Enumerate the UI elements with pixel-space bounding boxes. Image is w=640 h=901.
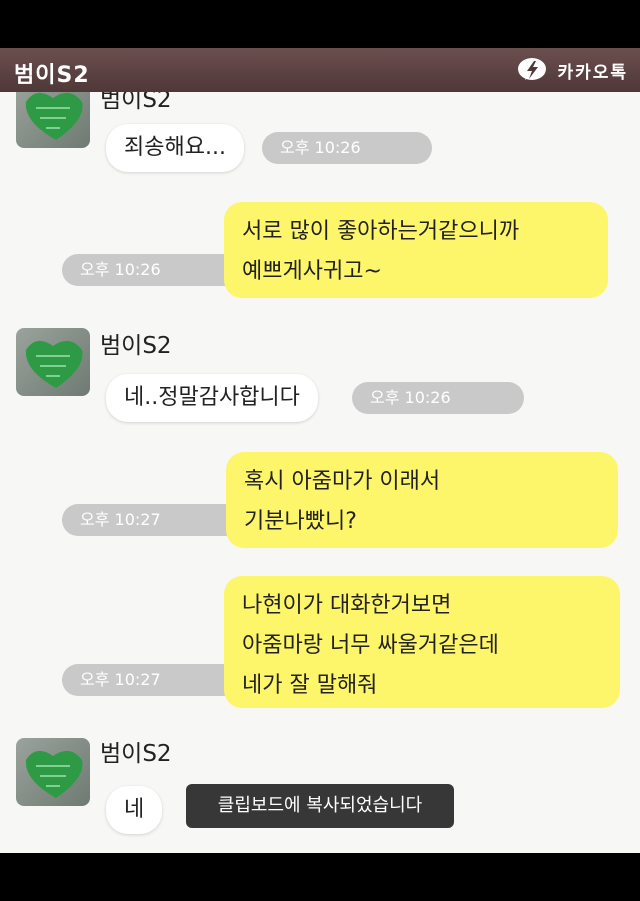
message-line: 아줌마랑 너무 싸울거같은데 bbox=[242, 633, 499, 658]
message-time: 오후 10:26 bbox=[262, 132, 432, 164]
sender-name: 범이S2 bbox=[100, 92, 172, 113]
sender-name: 범이S2 bbox=[100, 333, 172, 359]
chat-title: 범이S2 bbox=[14, 63, 90, 88]
message-time: 오후 10:26 bbox=[352, 382, 524, 414]
sent-message-bubble[interactable]: 혹시 아줌마가 이래서 기분나빴니? bbox=[226, 452, 618, 548]
navigation-bar bbox=[0, 853, 640, 901]
sender-name: 범이S2 bbox=[100, 741, 172, 767]
message-line: 예쁘게사귀고~ bbox=[242, 259, 382, 284]
avatar[interactable] bbox=[16, 738, 90, 806]
chat-area[interactable]: 범이S2 오후 10:26 죄송해요... 오후 10:26 서로 많이 좋아하… bbox=[0, 92, 640, 853]
sent-message-bubble[interactable]: 서로 많이 좋아하는거같으니까 예쁘게사귀고~ bbox=[224, 202, 608, 298]
received-message-bubble[interactable]: 네..정말감사합니다 bbox=[106, 374, 318, 422]
message-line: 혹시 아줌마가 이래서 bbox=[244, 469, 441, 494]
heart-leaf-image-icon bbox=[25, 340, 83, 388]
status-bar bbox=[0, 0, 640, 48]
heart-leaf-image-icon bbox=[25, 92, 83, 140]
app-brand: 카카오톡 bbox=[517, 56, 628, 84]
received-message-bubble[interactable]: 죄송해요... bbox=[106, 124, 244, 172]
message-time: 오후 10:27 bbox=[62, 664, 242, 696]
message-time: 오후 10:27 bbox=[62, 504, 242, 536]
chat-header: 범이S2 카카오톡 bbox=[0, 48, 640, 92]
app-name: 카카오톡 bbox=[557, 62, 628, 83]
clipboard-toast: 클립보드에 복사되었습니다 bbox=[186, 784, 454, 828]
message-line: 서로 많이 좋아하는거같으니까 bbox=[242, 219, 520, 244]
message-time: 오후 10:26 bbox=[62, 254, 242, 286]
heart-leaf-image-icon bbox=[25, 750, 83, 798]
received-message-bubble[interactable]: 네 bbox=[106, 786, 163, 834]
avatar[interactable] bbox=[16, 328, 90, 396]
message-line: 네가 잘 말해줘 bbox=[242, 673, 378, 698]
message-line: 나현이가 대화한거보면 bbox=[242, 593, 452, 618]
sent-message-bubble[interactable]: 나현이가 대화한거보면 아줌마랑 너무 싸울거같은데 네가 잘 말해줘 bbox=[224, 576, 620, 708]
kakaotalk-logo-icon bbox=[518, 58, 547, 80]
avatar[interactable] bbox=[16, 92, 90, 148]
message-line: 기분나빴니? bbox=[244, 509, 357, 534]
